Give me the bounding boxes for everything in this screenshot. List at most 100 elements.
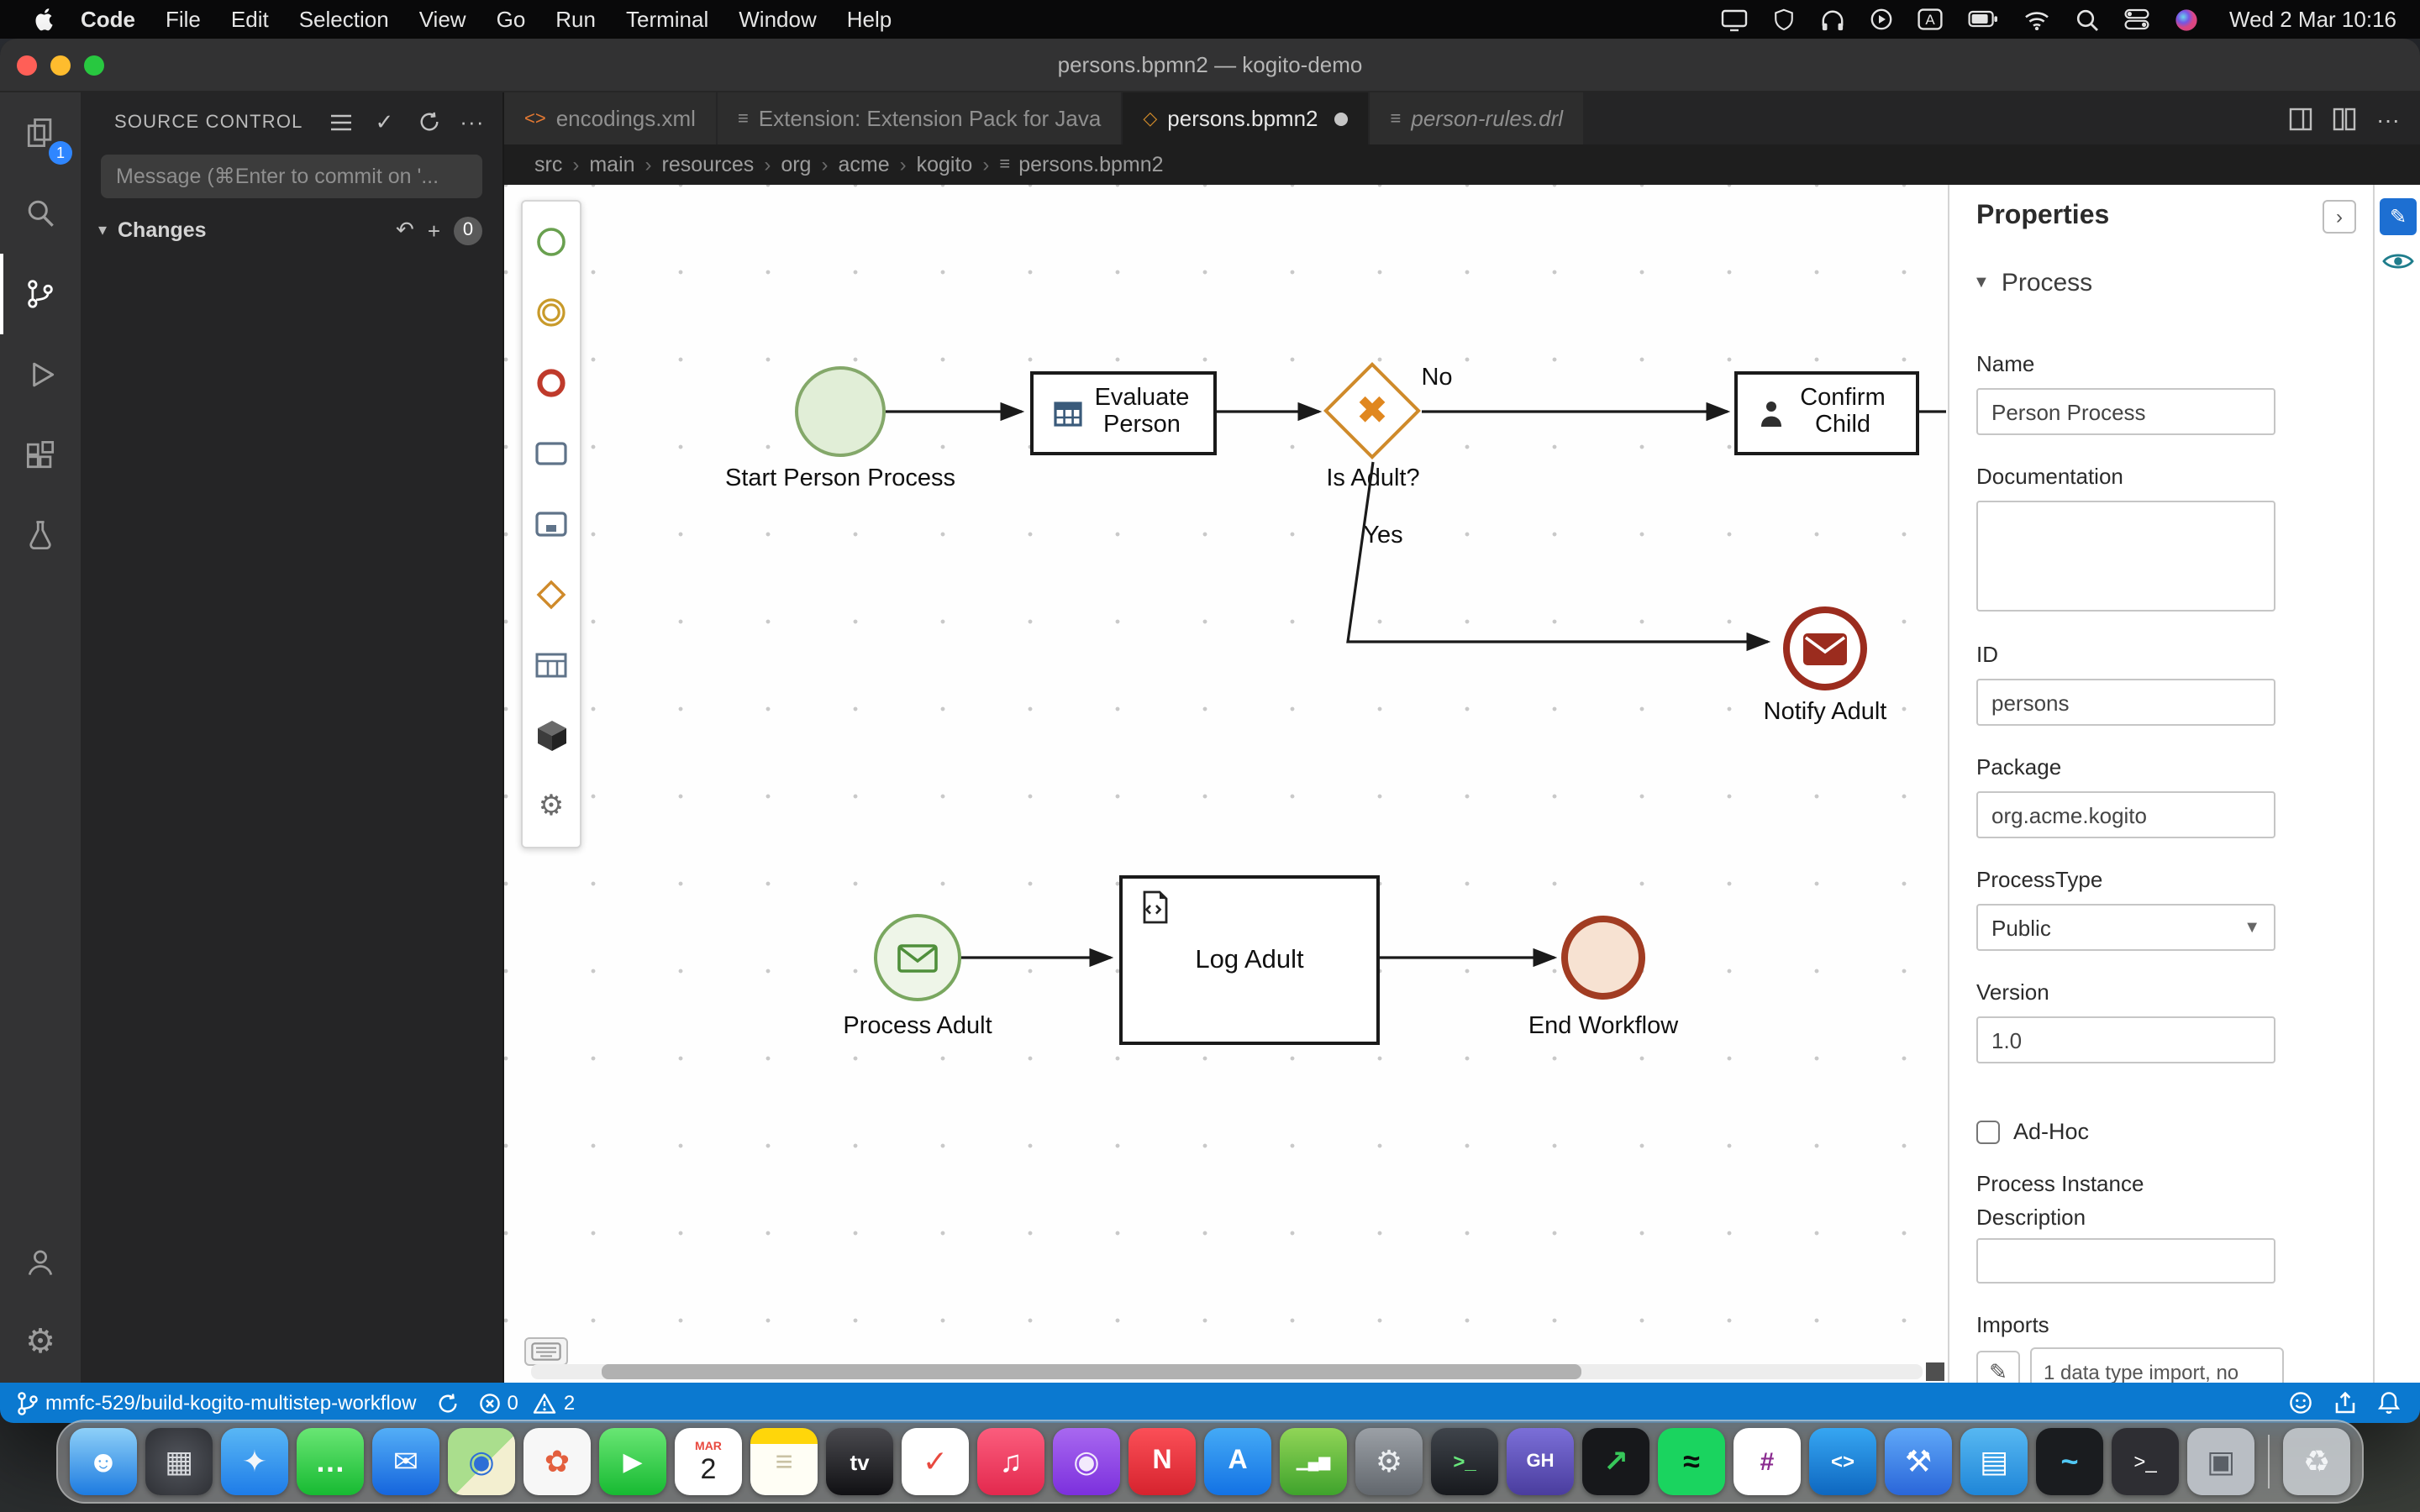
dock-xcode-icon[interactable]: ⚒ (1885, 1428, 1952, 1495)
dock-photos-icon[interactable]: ✿ (523, 1428, 591, 1495)
dock-github-desktop-icon[interactable]: GH (1507, 1428, 1574, 1495)
wifi-icon[interactable] (2023, 9, 2049, 29)
breadcrumb-file[interactable]: ≡ persons.bpmn2 (999, 153, 1163, 176)
palette-intermediate-event[interactable] (521, 277, 581, 348)
dock-numbers-icon[interactable]: ▁▄▆ (1280, 1428, 1347, 1495)
screen-mirroring-icon[interactable] (1720, 8, 1747, 31)
breadcrumb-kogito[interactable]: kogito (917, 153, 973, 176)
horizontal-scrollbar[interactable] (531, 1364, 1923, 1379)
breadcrumb-acme[interactable]: acme (838, 153, 889, 176)
dock-spotify-icon[interactable]: ≈ (1658, 1428, 1725, 1495)
documentation-textarea[interactable] (1976, 501, 2275, 612)
dock-facetime-icon[interactable]: ▶ (599, 1428, 666, 1495)
menu-clock[interactable]: Wed 2 Mar 10:16 (2229, 7, 2396, 32)
minimize-window-button[interactable] (50, 55, 71, 75)
passwords-icon[interactable] (1772, 8, 1794, 31)
process-section-header[interactable]: ▼ Process (1973, 269, 2092, 297)
breadcrumb-org[interactable]: org (781, 153, 811, 176)
battery-icon[interactable] (1967, 10, 1997, 29)
keyboard-shortcuts-icon[interactable] (524, 1337, 568, 1366)
version-input[interactable] (1976, 1016, 2275, 1063)
palette-cube[interactable] (521, 701, 581, 771)
dock-iterm-icon[interactable]: >_ (1431, 1428, 1498, 1495)
breadcrumb-main[interactable]: main (589, 153, 634, 176)
preview-eye-icon[interactable] (2381, 250, 2415, 272)
dock-safari-icon[interactable]: ✦ (221, 1428, 288, 1495)
end-workflow-event[interactable] (1561, 916, 1645, 1000)
dock-launchpad-icon[interactable]: ▦ (145, 1428, 213, 1495)
dock-tv-icon[interactable]: tv (826, 1428, 893, 1495)
notifications-bell-icon[interactable] (2378, 1391, 2400, 1415)
commit-check-icon[interactable]: ✓ (371, 108, 398, 135)
dock-music-icon[interactable]: ♫ (977, 1428, 1044, 1495)
process-adult-event[interactable] (874, 914, 961, 1001)
dock-activity-monitor-icon[interactable]: ~ (2036, 1428, 2103, 1495)
scrollbar-thumb[interactable] (602, 1364, 1581, 1379)
process-instance-description-input[interactable] (1976, 1238, 2275, 1284)
git-branch-indicator[interactable]: mmfc-529/build-kogito-multistep-workflow (17, 1390, 416, 1415)
stage-all-icon[interactable]: + (428, 218, 440, 243)
tab-person-rules-drl[interactable]: ≡ person-rules.drl (1370, 92, 1586, 144)
dock-podcasts-icon[interactable]: ◉ (1053, 1428, 1120, 1495)
commit-message-input[interactable] (101, 155, 482, 198)
unsaved-changes-dot[interactable] (1334, 112, 1349, 125)
name-input[interactable] (1976, 388, 2275, 435)
package-input[interactable] (1976, 791, 2275, 838)
menu-selection[interactable]: Selection (284, 7, 404, 32)
search-icon[interactable] (0, 173, 81, 254)
dock-slack-icon[interactable]: # (1733, 1428, 1801, 1495)
dock-system-settings-icon[interactable]: ⚙ (1355, 1428, 1423, 1495)
dock-terminal-icon[interactable]: >_ (2112, 1428, 2179, 1495)
explorer-icon[interactable]: 1 (0, 92, 81, 173)
dock-notes-icon[interactable]: ≡ (750, 1428, 818, 1495)
split-editor-icon[interactable] (2333, 107, 2356, 130)
dock-finder-icon[interactable]: ☻ (70, 1428, 137, 1495)
spotlight-icon[interactable] (2075, 8, 2098, 31)
more-actions-icon[interactable]: ··· (459, 108, 486, 135)
start-event-node[interactable] (795, 366, 886, 457)
bpmn-canvas[interactable]: ⚙ Start Person Process Evaluate Person ✖… (504, 185, 1948, 1383)
dock-vscode-icon[interactable]: <> (1809, 1428, 1876, 1495)
menu-help[interactable]: Help (832, 7, 908, 32)
refresh-icon[interactable] (415, 108, 442, 135)
siri-icon[interactable] (2174, 8, 2197, 31)
tab-encodings-xml[interactable]: <> encodings.xml (504, 92, 718, 144)
breadcrumb-resources[interactable]: resources (662, 153, 755, 176)
menu-window[interactable]: Window (723, 7, 832, 32)
menu-app-name[interactable]: Code (66, 7, 150, 32)
process-type-select[interactable]: Public ▼ (1976, 904, 2275, 951)
changes-section-header[interactable]: ▾ Changes ↶ + 0 (81, 212, 502, 249)
headphones-icon[interactable] (1819, 8, 1844, 31)
menu-run[interactable]: Run (540, 7, 611, 32)
zoom-window-button[interactable] (84, 55, 104, 75)
menu-terminal[interactable]: Terminal (611, 7, 723, 32)
palette-service-gear[interactable]: ⚙ (521, 771, 581, 842)
dock-messages-icon[interactable]: … (297, 1428, 364, 1495)
adhoc-checkbox[interactable] (1976, 1120, 2000, 1143)
notify-adult-end-event[interactable] (1783, 606, 1867, 690)
evaluate-person-task[interactable]: Evaluate Person (1030, 371, 1217, 455)
feedback-smiley-icon[interactable] (2289, 1391, 2312, 1415)
menu-go[interactable]: Go (481, 7, 541, 32)
tab-persons-bpmn2[interactable]: ◇ persons.bpmn2 (1123, 92, 1370, 144)
dock-docker-icon[interactable]: ▤ (1960, 1428, 2028, 1495)
dock-archive-utility-icon[interactable]: ▣ (2187, 1428, 2254, 1495)
accounts-icon[interactable] (0, 1221, 81, 1302)
run-debug-icon[interactable] (0, 334, 81, 415)
dock-mail-icon[interactable]: ✉ (372, 1428, 439, 1495)
palette-form-grid[interactable] (521, 630, 581, 701)
dock-app-store-icon[interactable]: A (1204, 1428, 1271, 1495)
palette-task[interactable] (521, 418, 581, 489)
apple-menu-icon[interactable] (24, 7, 66, 32)
menu-file[interactable]: File (150, 7, 216, 32)
source-control-icon[interactable] (0, 254, 81, 334)
is-adult-gateway[interactable]: ✖ (1338, 376, 1407, 445)
dock-stocks-icon[interactable]: ↗ (1582, 1428, 1649, 1495)
settings-gear-icon[interactable]: ⚙ (0, 1302, 81, 1383)
dock-reminders-icon[interactable]: ✓ (902, 1428, 969, 1495)
more-editor-actions-icon[interactable]: ··· (2376, 105, 2400, 132)
menu-edit[interactable]: Edit (216, 7, 284, 32)
log-adult-task[interactable]: Log Adult (1119, 875, 1380, 1045)
id-input[interactable] (1976, 679, 2275, 726)
publish-icon[interactable] (2334, 1391, 2356, 1415)
